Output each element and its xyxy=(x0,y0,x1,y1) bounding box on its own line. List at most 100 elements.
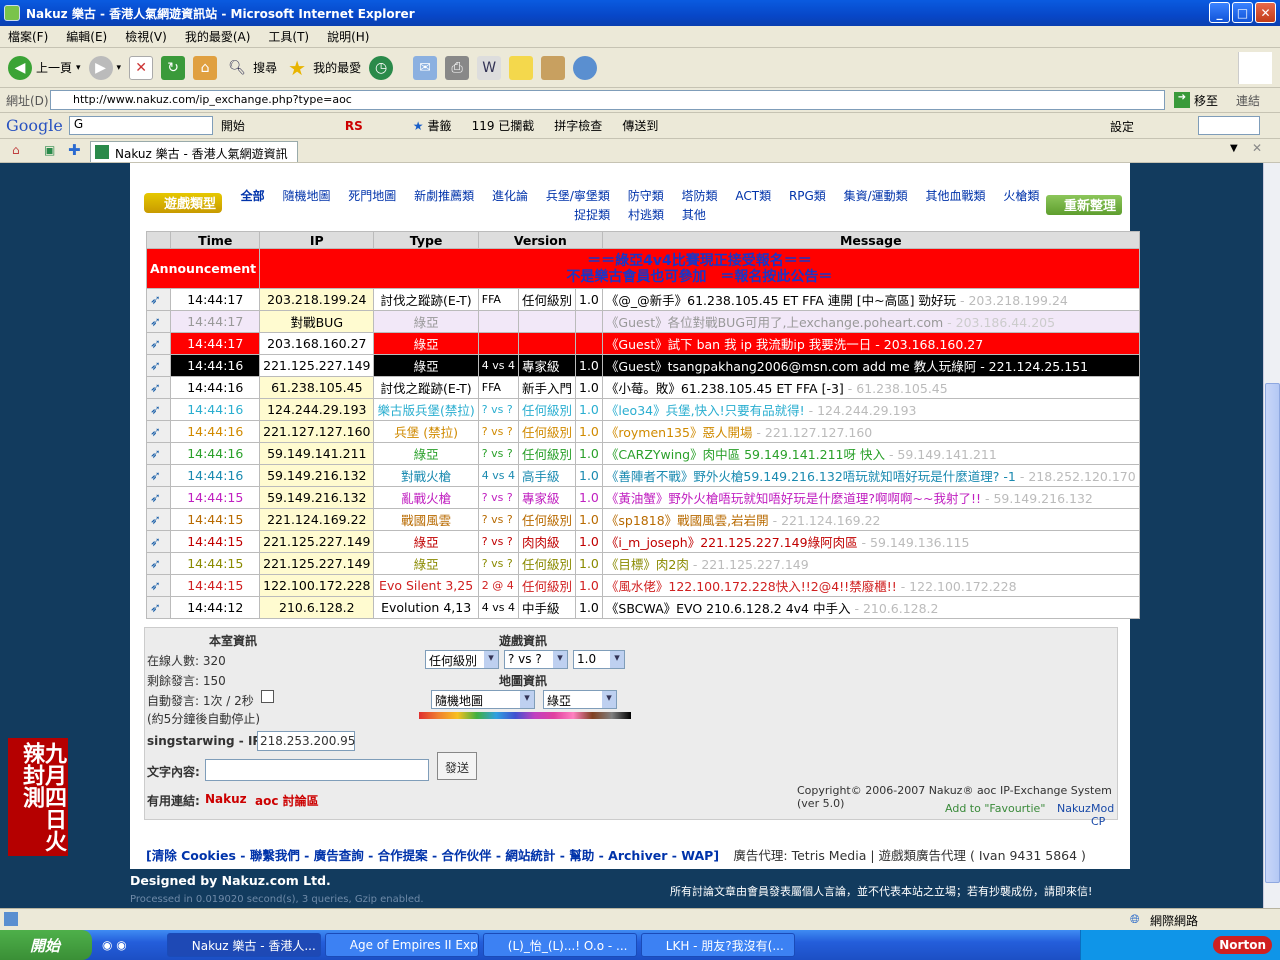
settings-button[interactable]: 設定 xyxy=(1110,118,1134,135)
announcement-row[interactable]: Announcement ＝＝綠亞4v4比賽現正接受報名＝＝ 不是樂古會員也可參… xyxy=(145,248,1140,289)
row-icon[interactable]: ➶ xyxy=(145,420,172,443)
edit-icon[interactable]: W xyxy=(477,55,502,80)
menu-tools[interactable]: 工具(T) xyxy=(260,28,319,45)
row-icon[interactable]: ➶ xyxy=(145,508,172,531)
table-row[interactable]: ➶ 14:44:15 122.100.172.228 Evo Silent 3,25 2… xyxy=(145,574,1140,597)
version-select[interactable]: 1.0 xyxy=(573,650,625,669)
message-cell[interactable]: 《roymen135》惡人開場 - 221.127.127.160 xyxy=(601,420,1140,443)
table-row[interactable]: ➶ 14:44:16 221.125.227.149 綠亞 4 vs 4 專家級 1.0 《G… xyxy=(145,354,1140,377)
category-village[interactable]: 村逃類 xyxy=(628,208,664,222)
text-content-input[interactable] xyxy=(205,759,429,781)
scrollbar-thumb[interactable] xyxy=(1265,383,1280,883)
menu-view[interactable]: 檢視(V) xyxy=(117,28,177,45)
level-select[interactable]: 任何級別 xyxy=(425,650,499,669)
task-aoe[interactable]: Age of Empires II Exp... xyxy=(324,933,479,957)
quick-launch-icons[interactable]: ◉ ◉ xyxy=(102,938,127,952)
row-icon[interactable]: ➶ xyxy=(145,288,172,311)
row-icon[interactable]: ➶ xyxy=(145,464,172,487)
go-button[interactable]: ➜ 移至 xyxy=(1174,92,1218,109)
google-search-button[interactable]: 開始 xyxy=(221,117,245,134)
map-select[interactable]: 隨機地圖 xyxy=(431,690,535,709)
category-sports[interactable]: 集資/運動類 xyxy=(844,189,908,203)
table-row[interactable]: ➶ 14:44:16 59.149.141.211 綠亞? vs ? 任何級別 1.0 《C… xyxy=(145,442,1140,465)
minimize-button[interactable]: _ xyxy=(1209,2,1230,23)
quick-tabs-icon[interactable]: ⌂ xyxy=(12,143,20,157)
category-new[interactable]: 新劇推薦類 xyxy=(414,189,474,203)
link-nakuz[interactable]: Nakuz xyxy=(205,792,247,806)
task-chat2[interactable]: LKH - 朋友?我沒有(... xyxy=(640,933,795,957)
menu-help[interactable]: 說明(H) xyxy=(319,28,379,45)
favorites-button[interactable]: ★ 我的最愛 xyxy=(285,56,361,80)
row-icon[interactable]: ➶ xyxy=(145,332,172,355)
research-icon[interactable] xyxy=(541,55,566,80)
message-cell[interactable]: 《Guest》各位對戰BUG可用了,上exchange.poheart.com … xyxy=(601,310,1140,333)
refresh-icon[interactable]: ↻ xyxy=(161,55,186,80)
announcement-text[interactable]: ＝＝綠亞4v4比賽現正接受報名＝＝ 不是樂古會員也可參加 ＝報名按此公告＝ xyxy=(259,248,1140,289)
table-row[interactable]: ➶ 14:44:16 221.127.127.160 兵堡 (禁拉)? vs ? 任何級… xyxy=(145,420,1140,443)
message-cell[interactable]: 《SBCWA》EVO 210.6.128.2 4v4 中手入 - 210.6.1… xyxy=(601,596,1140,619)
table-row[interactable]: ➶ 14:44:15 59.149.216.132 亂戰火槍? vs ? 專家級 1.0 《… xyxy=(145,486,1140,509)
table-row[interactable]: ➶ 14:44:17 203.218.199.24 討伐之蹤跡(E-T) FFA 任何級別… xyxy=(145,288,1140,311)
task-nakuz[interactable]: Nakuz 樂古 - 香港人... xyxy=(166,933,321,957)
modcp-link[interactable]: Mod CP xyxy=(1091,802,1117,828)
message-cell[interactable]: 《Guest》tsangpakhang2006@msn.com add me 教… xyxy=(601,354,1140,377)
table-row[interactable]: ➶ 14:44:12 210.6.128.2 Evolution 4,13 4 vs 4… xyxy=(145,596,1140,619)
message-cell[interactable]: 《Guest》試下 ban 我 ip 我流動ip 我要洗一日 - 203.168… xyxy=(601,332,1140,355)
row-icon[interactable]: ➶ xyxy=(145,442,172,465)
table-row[interactable]: ➶ 14:44:16 61.238.105.45 討伐之蹤跡(E-T) FFA 新手入門 1… xyxy=(145,376,1140,399)
popup-blocked-count[interactable]: 119 已攔截 xyxy=(472,117,535,134)
rss-icon[interactable]: RS xyxy=(345,119,363,133)
message-cell[interactable]: 《CARZYwing》肉中區 59.149.141.211呀 快入 - 59.1… xyxy=(601,442,1140,465)
auto-post-checkbox[interactable] xyxy=(261,690,274,703)
home-icon[interactable]: ⌂ xyxy=(193,55,218,80)
links-label[interactable]: 連結 xyxy=(1236,92,1260,109)
vertical-scrollbar[interactable] xyxy=(1263,163,1280,908)
category-deathmatch[interactable]: 死門地圖 xyxy=(348,189,396,203)
menu-favorites[interactable]: 我的最愛(A) xyxy=(177,28,261,45)
norton-tray[interactable]: Norton xyxy=(1213,936,1272,954)
close-button[interactable]: ✕ xyxy=(1255,2,1276,23)
maximize-button[interactable]: □ xyxy=(1232,2,1253,23)
nakuz-footer-link[interactable]: Nakuz xyxy=(1057,802,1091,815)
tab-nakuz[interactable]: Nakuz 樂古 - 香港人氣網遊資訊站 xyxy=(90,141,298,178)
civ-select[interactable]: 綠亞 xyxy=(543,690,617,709)
menu-edit[interactable]: 編輯(E) xyxy=(58,28,117,45)
category-other-battle[interactable]: 其他血戰類 xyxy=(926,189,986,203)
message-cell[interactable]: 《sp1818》戰國風雲,岩岩開 - 221.124.169.22 xyxy=(601,508,1140,531)
tab-menu-icon[interactable]: ▼ xyxy=(1230,143,1238,154)
category-catch[interactable]: 捉捉類 xyxy=(574,208,610,222)
print-icon[interactable]: ⎙ xyxy=(445,55,470,80)
row-icon[interactable]: ➶ xyxy=(145,552,172,575)
message-cell[interactable]: 《黃油蟹》野外火槍唔玩就知唔好玩是什麼道理?啊啊啊~~我射了!! - 59.14… xyxy=(601,486,1140,509)
history-icon[interactable]: ◷ xyxy=(369,55,394,80)
discuss-icon[interactable] xyxy=(509,55,534,80)
message-cell[interactable]: 《風水佬》122.100.172.228快入!!2@4!!禁廢櫃!! - 122… xyxy=(601,574,1140,597)
category-other[interactable]: 其他 xyxy=(682,208,706,222)
table-row[interactable]: ➶ 14:44:17 203.168.160.27 綠亞 《Guest》試下 ban 我… xyxy=(145,332,1140,355)
category-rpg[interactable]: RPG類 xyxy=(789,189,826,203)
tab-close-icon[interactable]: ✕ xyxy=(1252,141,1262,155)
google-search-input[interactable]: G xyxy=(68,116,213,135)
link-aoc-forum[interactable]: aoc 討論區 xyxy=(255,792,319,809)
mail-icon[interactable]: ✉ xyxy=(413,55,438,80)
row-icon[interactable]: ➶ xyxy=(145,486,172,509)
search-button[interactable]: 🔍︎ 搜尋 xyxy=(225,56,277,80)
message-cell[interactable]: 《i_m_joseph》221.125.227.149綠阿肉區 - 59.149… xyxy=(601,530,1140,553)
send-button[interactable]: 發送 xyxy=(437,752,477,780)
toolbar-search-box[interactable] xyxy=(1198,116,1260,135)
footer-nav-links[interactable]: [清除 Cookies - 聯繫我們 - 廣告查詢 - 合作提案 - 合作伙伴 … xyxy=(146,848,719,863)
category-act[interactable]: ACT類 xyxy=(735,189,771,203)
back-button[interactable]: ◀ 上一頁 ▾ xyxy=(8,55,81,80)
table-row[interactable]: ➶ 14:44:17 對戰BUG 綠亞 《Guest》各位對戰BUG可用了,上excha… xyxy=(145,310,1140,333)
message-cell[interactable]: 《leo34》兵堡,快入!只要有品就得! - 124.244.29.193 xyxy=(601,398,1140,421)
category-tower-defense[interactable]: 塔防類 xyxy=(682,189,718,203)
tab-list-icon[interactable]: ▣ xyxy=(44,143,55,157)
message-cell[interactable]: 《目標》肉2肉 - 221.125.227.149 xyxy=(601,552,1140,575)
color-palette[interactable] xyxy=(419,712,631,719)
user-ip-field[interactable]: 218.253.200.95 xyxy=(257,731,355,751)
send-to-button[interactable]: 傳送到 xyxy=(622,117,658,134)
table-row[interactable]: ➶ 14:44:15 221.125.227.149 綠亞? vs ? 肉肉級 1.0 《i… xyxy=(145,530,1140,553)
category-gun[interactable]: 火槍類 xyxy=(1003,189,1039,203)
message-cell[interactable]: 《@_@新手》61.238.105.45 ET FFA 連開 [中~高區] 勁好… xyxy=(601,288,1140,311)
forward-button[interactable]: ▶ ▾ xyxy=(88,55,121,80)
